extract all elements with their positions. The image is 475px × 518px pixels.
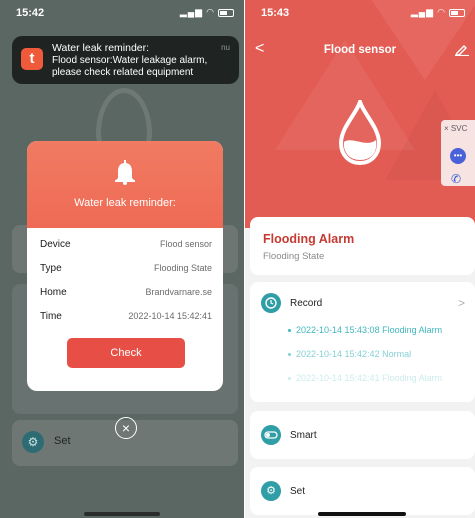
alarm-status-card: Flooding Alarm Flooding State xyxy=(250,217,475,275)
smart-row[interactable]: Smart xyxy=(250,411,475,459)
notification-body: Flood sensor:Water leakage alarm, please… xyxy=(52,55,208,78)
edit-icon[interactable] xyxy=(455,42,469,56)
battery-icon xyxy=(218,8,234,17)
signal-icon: ▂▄▆ xyxy=(410,7,435,17)
set-row[interactable]: ⚙ Set xyxy=(250,467,475,515)
modal-header: Water leak reminder: xyxy=(27,141,223,228)
status-icons: ▂▄▆ ◠ xyxy=(180,7,234,18)
modal-row-time: Time 2022-10-14 15:42:41 xyxy=(40,311,212,322)
record-card[interactable]: Record > 2022-10-14 15:43:08 Flooding Al… xyxy=(250,282,475,402)
smart-label: Smart xyxy=(290,430,317,441)
signal-icon: ▂▄▆ xyxy=(179,7,204,17)
gear-icon: ⚙ xyxy=(22,431,44,453)
record-item: 2022-10-14 15:42:42 Normal xyxy=(288,349,411,359)
row-label: Type xyxy=(40,263,62,274)
bullet-icon xyxy=(288,353,291,357)
notification-time: nu xyxy=(221,43,230,52)
app-icon: t xyxy=(21,48,43,70)
hero-header: 15:43 ▂▄▆ ◠ < Flood sensor × SVC ••• ✆ xyxy=(245,0,475,228)
page-title: Flood sensor xyxy=(323,44,397,56)
status-bar: 15:42 ▂▄▆ ◠ xyxy=(0,0,244,24)
notification-banner[interactable]: t Water leak reminder: Flood sensor:Wate… xyxy=(12,36,239,84)
status-time: 15:43 xyxy=(261,7,290,19)
modal-row-device: Device Flood sensor xyxy=(40,239,212,250)
modal-title: Water leak reminder: xyxy=(74,197,176,209)
notification-title: Water leak reminder: xyxy=(52,42,150,54)
bullet-icon xyxy=(288,377,291,381)
close-icon[interactable]: × xyxy=(115,417,137,439)
right-phone-screen: 15:43 ▂▄▆ ◠ < Flood sensor × SVC ••• ✆ F… xyxy=(245,0,475,518)
record-item: 2022-10-14 15:43:08 Flooding Alarm xyxy=(288,325,442,335)
status-time: 15:42 xyxy=(16,7,45,19)
wifi-icon: ◠ xyxy=(437,7,446,17)
row-value: Brandvarnare.se xyxy=(145,287,212,297)
record-item-text: 2022-10-14 15:42:41 Flooding Alarm xyxy=(296,373,443,383)
bullet-icon xyxy=(288,329,291,333)
check-button[interactable]: Check xyxy=(67,338,185,368)
svc-label[interactable]: × SVC xyxy=(444,124,467,133)
gear-icon: ⚙ xyxy=(261,481,281,501)
phone-icon[interactable]: ✆ xyxy=(451,172,461,186)
background-set-label: Set xyxy=(54,435,71,447)
modal-row-type: Type Flooding State xyxy=(40,263,212,274)
status-bar: 15:43 ▂▄▆ ◠ xyxy=(245,0,475,24)
alarm-title: Flooding Alarm xyxy=(263,232,355,246)
left-phone-screen: ⚙ Set 15:42 ▂▄▆ ◠ t Water leak reminder:… xyxy=(0,0,244,518)
row-value: Flooding State xyxy=(153,263,212,273)
home-indicator xyxy=(318,512,406,516)
water-leak-modal: Water leak reminder: Device Flood sensor… xyxy=(27,141,223,391)
alarm-subtitle: Flooding State xyxy=(263,251,325,262)
record-item: 2022-10-14 15:42:41 Flooding Alarm xyxy=(288,373,442,383)
wifi-icon: ◠ xyxy=(206,7,215,17)
modal-row-home: Home Brandvarnare.se xyxy=(40,287,212,298)
row-label: Device xyxy=(40,239,71,250)
chevron-right-icon[interactable]: > xyxy=(458,296,465,310)
row-value: 2022-10-14 15:42:41 xyxy=(128,311,212,321)
water-drop-icon xyxy=(338,100,382,166)
battery-icon xyxy=(449,8,465,17)
clock-icon xyxy=(261,293,281,313)
row-label: Home xyxy=(40,287,67,298)
toggle-icon xyxy=(261,425,281,445)
chat-icon[interactable]: ••• xyxy=(450,148,466,164)
row-value: Flood sensor xyxy=(159,239,212,249)
status-icons: ▂▄▆ ◠ xyxy=(411,7,465,18)
set-label: Set xyxy=(290,486,306,497)
record-item-text: 2022-10-14 15:42:42 Normal xyxy=(296,349,412,359)
record-label: Record xyxy=(290,298,323,309)
record-item-text: 2022-10-14 15:43:08 Flooding Alarm xyxy=(296,325,443,335)
home-indicator xyxy=(84,512,160,516)
bell-icon xyxy=(115,160,135,185)
service-panel[interactable]: × SVC ••• ✆ xyxy=(441,120,475,186)
row-label: Time xyxy=(40,311,62,322)
